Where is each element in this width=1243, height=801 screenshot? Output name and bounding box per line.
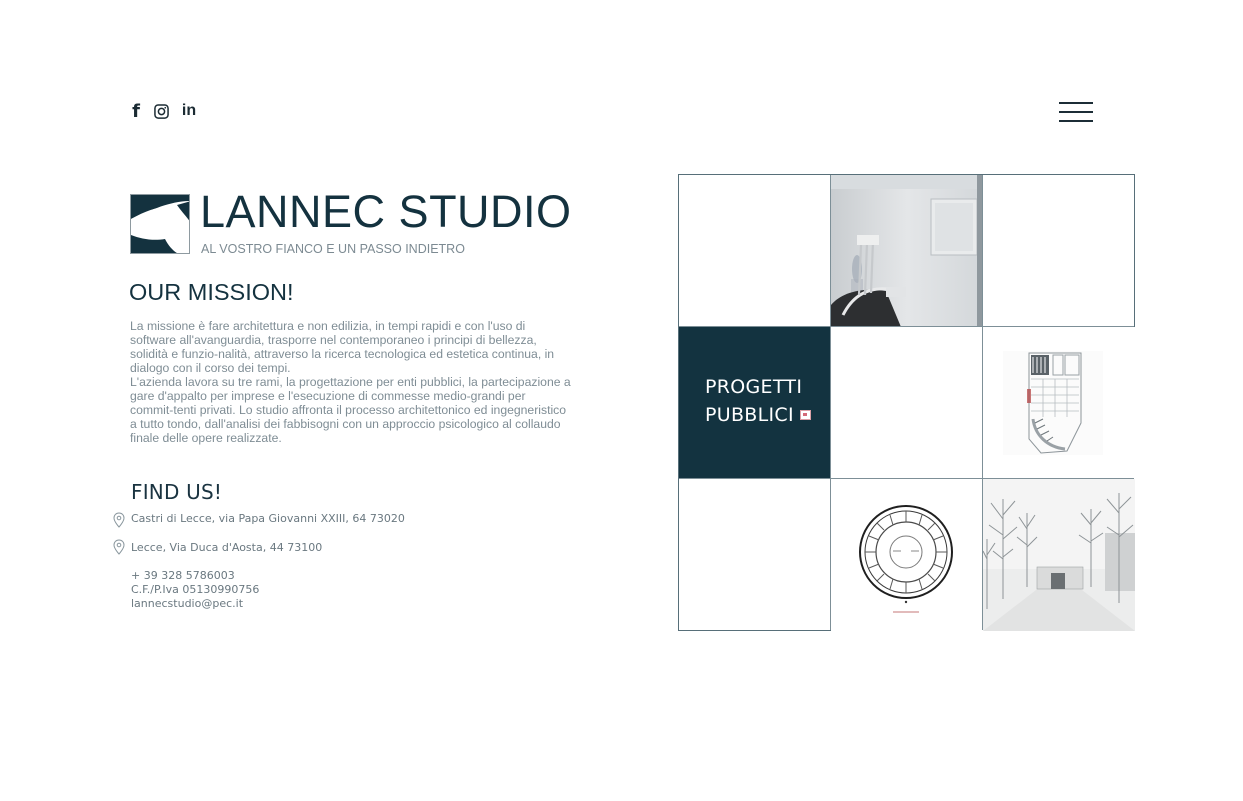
project-gallery: PROGETTI PUBBLICI xyxy=(678,174,1135,631)
location-pin-icon xyxy=(113,512,125,533)
gallery-tile-dental-clinic[interactable] xyxy=(831,175,983,327)
gallery-tile-floor-plan[interactable] xyxy=(983,327,1135,479)
linkedin-icon[interactable]: in xyxy=(180,101,198,121)
progetti-label-line2: PUBBLICI xyxy=(705,401,811,429)
find-us-title: FIND US! xyxy=(131,480,223,504)
gallery-tile-empty xyxy=(679,479,831,631)
progetti-pubblici-label: PROGETTI PUBBLICI xyxy=(705,373,811,429)
broken-image-icon xyxy=(799,409,811,420)
studio-logo[interactable] xyxy=(130,194,190,254)
brand-tagline: AL VOSTRO FIANCO E UN PASSO INDIETRO xyxy=(201,242,465,256)
social-links: f in xyxy=(130,101,198,122)
location-pin-icon xyxy=(113,539,125,560)
facebook-icon[interactable]: f xyxy=(130,101,142,122)
pubblici-text: PUBBLICI xyxy=(705,404,794,426)
progetti-pubblici-tile[interactable]: PROGETTI PUBBLICI xyxy=(679,327,831,479)
hamburger-menu-icon[interactable] xyxy=(1059,100,1094,124)
gallery-tile-empty xyxy=(983,175,1135,327)
mission-text: La missione è fare architettura e non ed… xyxy=(130,319,572,445)
address-lecce: Lecce, Via Duca d'Aosta, 44 73100 xyxy=(131,541,323,554)
instagram-icon[interactable] xyxy=(152,101,170,121)
vat-number: C.F./P.Iva 05130990756 xyxy=(131,583,260,596)
progetti-label-line1: PROGETTI xyxy=(705,376,803,398)
mission-title: OUR MISSION! xyxy=(129,279,294,305)
gallery-tile-circular-plan[interactable] xyxy=(831,479,983,631)
brand-title: LANNEC STUDIO xyxy=(200,186,572,237)
gallery-tile-empty xyxy=(679,175,831,327)
mission-paragraph: L'azienda lavora su tre rami, la progett… xyxy=(130,375,571,445)
phone-number[interactable]: + 39 328 5786003 xyxy=(131,569,235,582)
mission-paragraph: La missione è fare architettura e non ed… xyxy=(130,319,555,375)
email-link[interactable]: lannecstudio@pec.it xyxy=(131,597,243,610)
gallery-tile-tree-avenue[interactable] xyxy=(983,479,1135,631)
address-castri: Castri di Lecce, via Papa Giovanni XXIII… xyxy=(131,512,405,525)
gallery-tile-empty xyxy=(831,327,983,479)
